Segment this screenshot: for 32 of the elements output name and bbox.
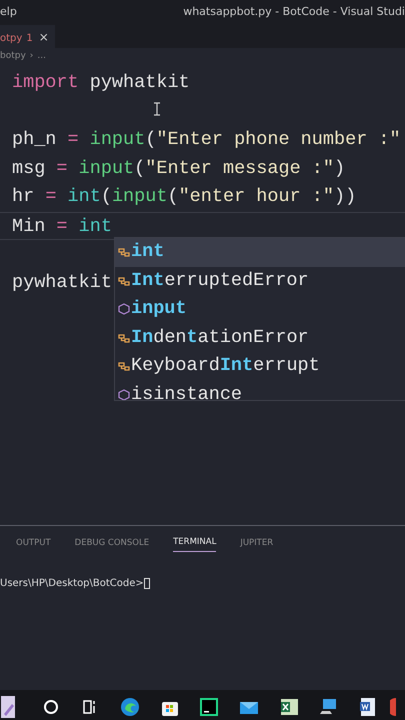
panel-tab[interactable]: OUTPUT <box>16 534 51 552</box>
class-icon <box>117 246 131 258</box>
panel-tab[interactable]: JUPITER <box>240 534 274 552</box>
function-icon <box>117 303 131 316</box>
suggestion-item[interactable]: isinstance <box>115 380 405 400</box>
panel-tab[interactable]: TERMINAL <box>173 534 216 552</box>
code-line: msg = input("Enter message :") <box>12 156 346 180</box>
suggestion-item[interactable]: InterruptedError <box>115 266 405 295</box>
function-icon <box>117 388 131 400</box>
menu-item[interactable]: elp <box>0 4 17 21</box>
code-line: ph_n = input("Enter phone number :" <box>12 128 401 152</box>
code-line: pywhatkit <box>12 270 112 294</box>
pen-icon[interactable] <box>0 696 15 718</box>
breadcrumb-item[interactable]: botpy <box>0 50 26 64</box>
suggestion-item[interactable]: KeyboardInterrupt <box>115 352 405 380</box>
code-line: hr = int(input("enter hour :")) <box>12 185 356 209</box>
suggestion-item[interactable]: IndentationError <box>115 324 405 352</box>
class-icon <box>117 360 131 372</box>
window-title: whatsappbot.py - BotCode - Visual Studi <box>183 4 405 20</box>
ide-icon[interactable] <box>198 696 220 718</box>
class-icon <box>117 274 131 287</box>
editor-tab[interactable]: otpy 1 × <box>0 25 55 48</box>
terminal-line: Users\HP\Desktop\BotCode> <box>0 576 405 591</box>
suggestion-item[interactable]: int <box>115 238 405 266</box>
text-cursor-icon <box>153 102 161 116</box>
code-line: Min = int <box>12 214 112 238</box>
breadcrumb-item[interactable]: ... <box>37 50 46 64</box>
suggestion-item[interactable]: input <box>115 295 405 324</box>
panel-tab[interactable]: DEBUG CONSOLE <box>74 534 150 552</box>
breadcrumb-separator: › <box>30 50 34 63</box>
code-line: import pywhatkit <box>12 71 190 95</box>
class-icon <box>117 332 131 344</box>
